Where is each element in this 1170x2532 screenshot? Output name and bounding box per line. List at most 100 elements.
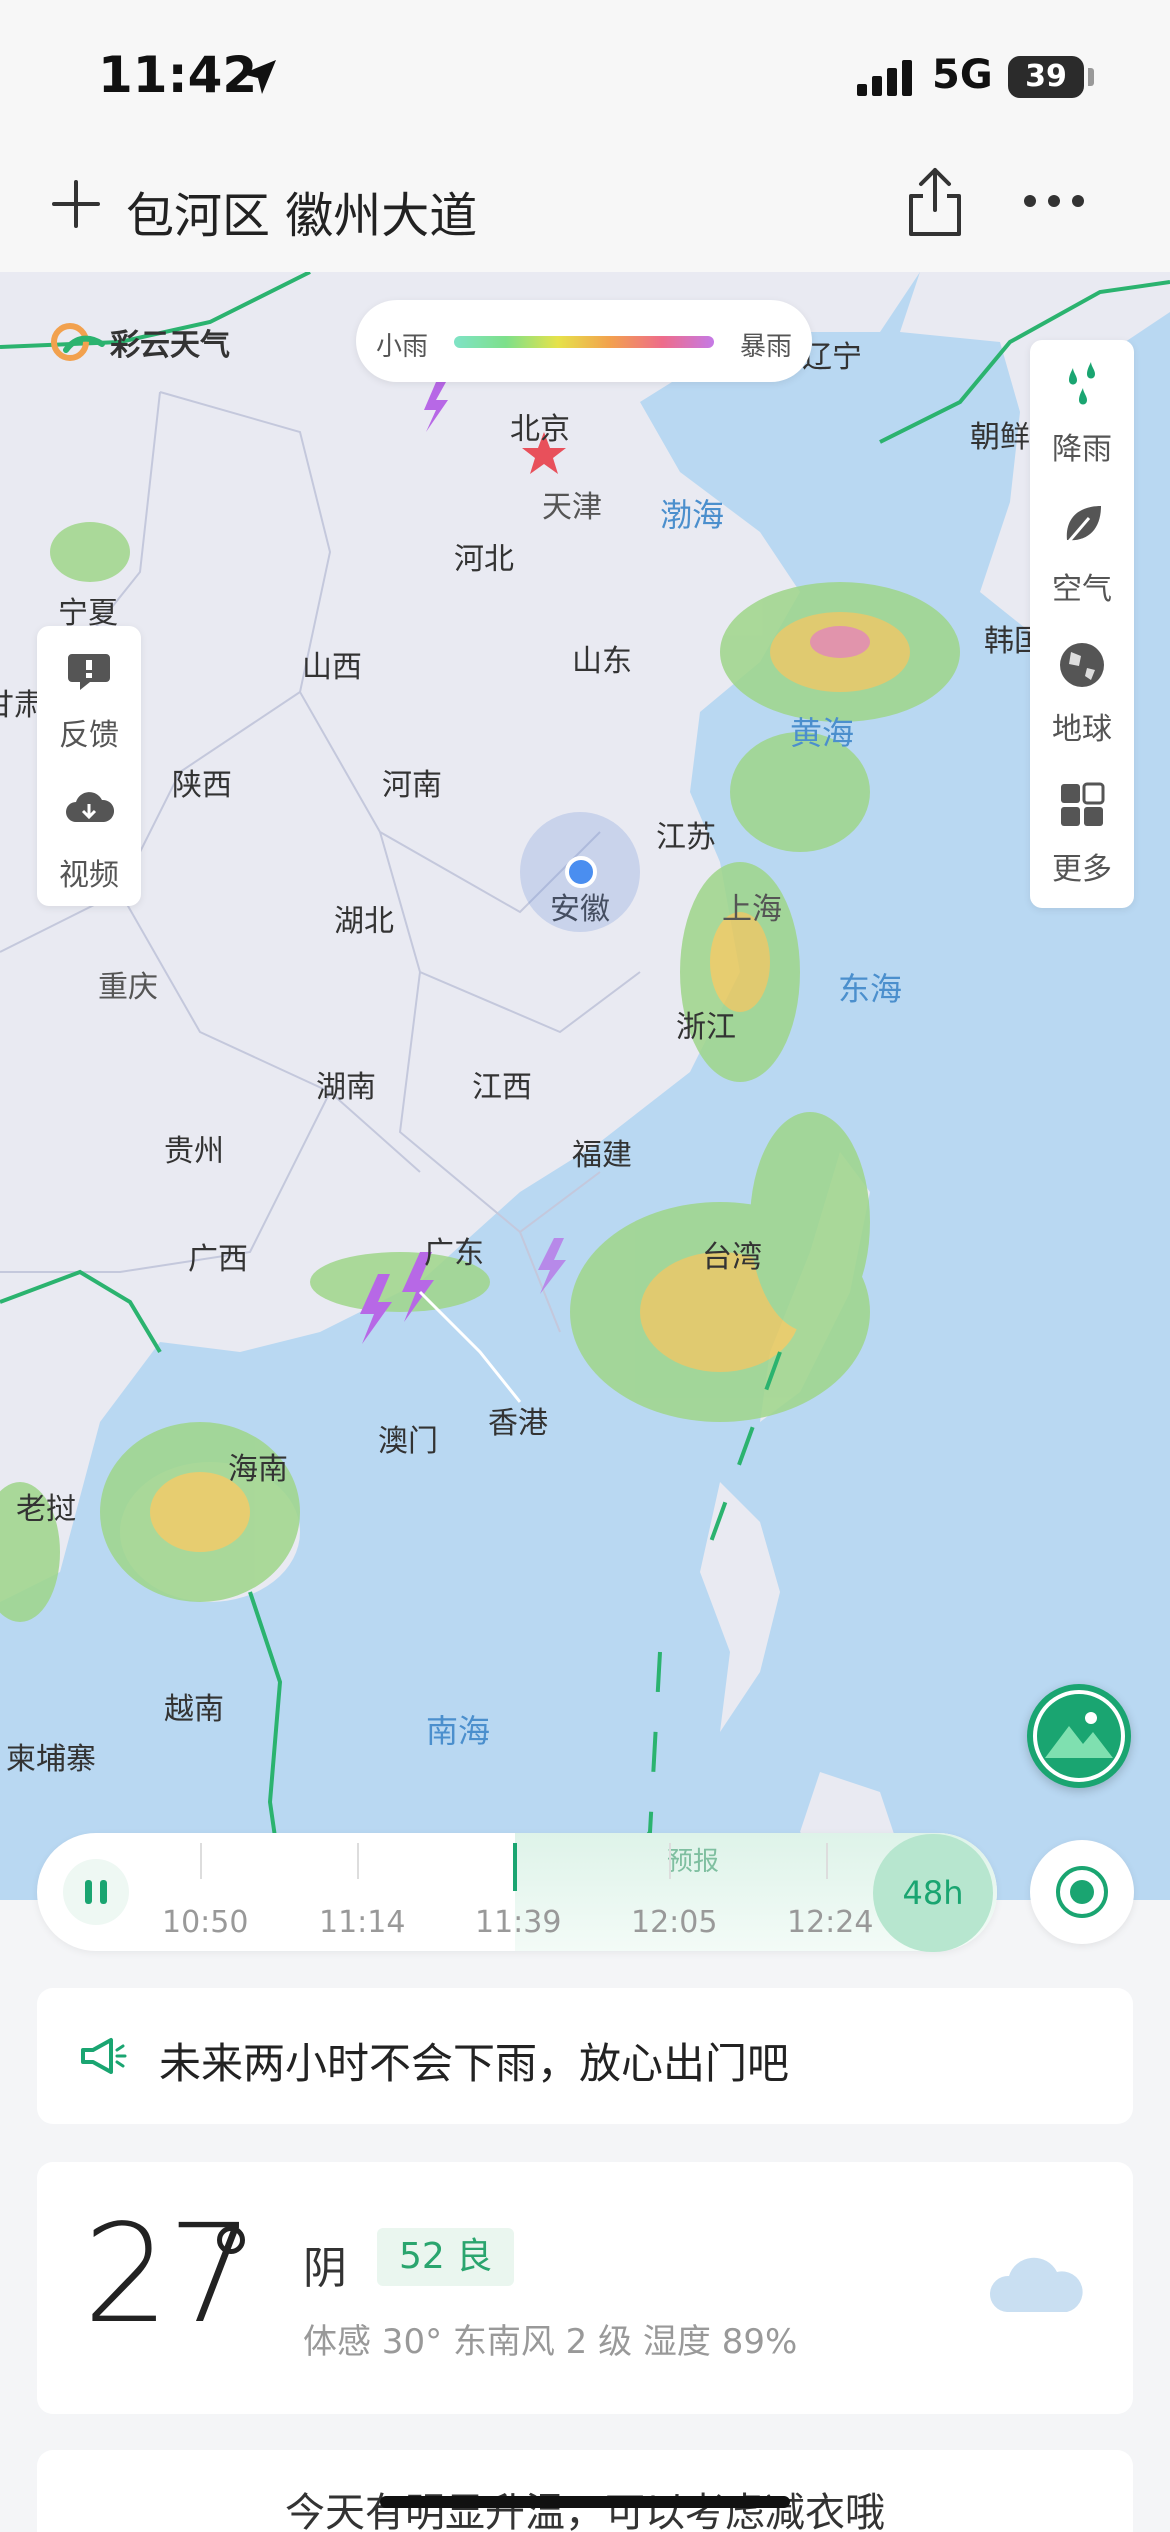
range-48h-button[interactable]: 48h — [873, 1834, 993, 1952]
time-label: 11:14 — [319, 1905, 406, 1940]
tick-4 — [669, 1843, 671, 1879]
map-label-hubei: 湖北 — [334, 904, 394, 939]
add-location-button[interactable] — [50, 178, 102, 230]
radar-timeline[interactable]: 预报 10:50 11:14 11:39 12:05 12:24 — [37, 1833, 997, 1951]
home-indicator — [380, 2496, 790, 2508]
tip-card[interactable]: 今天有明显升温，可以考虑减衣哦 — [37, 2450, 1133, 2532]
feedback-label: 反馈 — [59, 718, 119, 753]
signal-icon — [857, 60, 912, 96]
radar-map[interactable]: 北京 天津 河北 山西 山东 宁夏 甘肃 陕西 河南 江苏 安徽 湖北 上海 重… — [0, 272, 1170, 1900]
legend-min-label: 小雨 — [376, 332, 429, 362]
map-label-chongqing: 重庆 — [98, 970, 158, 1005]
condition: 阴 — [303, 2243, 347, 2294]
more-layers-button[interactable]: 更多 — [1030, 768, 1134, 898]
notice-text: 未来两小时不会下雨，放心出门吧 — [159, 2039, 790, 2088]
network-type: 5G — [932, 52, 993, 98]
time-label: 12:24 — [787, 1905, 874, 1940]
battery-tip — [1088, 68, 1094, 86]
map-label-macau: 澳门 — [378, 1424, 438, 1459]
map-label-vietnam: 越南 — [164, 1692, 224, 1727]
rain-layer-button[interactable]: 降雨 — [1030, 348, 1134, 478]
map-label-zhejiang: 浙江 — [676, 1010, 736, 1045]
map-label-hebei: 河北 — [454, 542, 514, 577]
pause-button[interactable] — [63, 1859, 129, 1925]
map-label-shandong: 山东 — [572, 644, 632, 679]
pause-icon-bar-left — [85, 1880, 92, 1904]
right-tool-panel: 降雨 空气 地球 更多 — [1030, 340, 1134, 908]
legend-max-label: 暴雨 — [739, 332, 792, 362]
map-label-hainan: 海南 — [228, 1452, 288, 1487]
caiyun-logo-icon — [51, 323, 105, 361]
globe-layer-button[interactable]: 地球 — [1030, 628, 1134, 758]
battery-indicator: 39 — [1008, 56, 1084, 98]
tick-5 — [826, 1843, 828, 1879]
map-label-shanxi: 山西 — [302, 650, 362, 685]
map-label-shaanxi: 陕西 — [172, 768, 232, 803]
map-label-jiangsu: 江苏 — [656, 820, 716, 855]
brand-logo: 彩云天气 — [46, 318, 230, 366]
map-label-cambodia: 柬埔寨 — [6, 1742, 96, 1777]
time-label: 10:50 — [162, 1905, 249, 1940]
cloud-icon — [989, 2257, 1083, 2312]
tick-2 — [357, 1843, 359, 1879]
current-weather-card[interactable]: 27 阴 52 良 体感 30° 东南风 2 级 湿度 89% — [37, 2162, 1133, 2414]
pause-icon-bar-right — [100, 1880, 107, 1904]
map-label-south-sea: 南海 — [426, 1712, 491, 1750]
current-time-marker[interactable] — [513, 1843, 517, 1891]
locate-button[interactable] — [1030, 1840, 1134, 1944]
more-button[interactable] — [1022, 190, 1086, 212]
globe-icon — [1060, 643, 1104, 687]
weather-details: 体感 30° 东南风 2 级 湿度 89% — [303, 2322, 798, 2362]
tick-1 — [200, 1843, 202, 1879]
location-arrow-icon — [242, 60, 276, 94]
left-tool-panel: 反馈 视频 — [37, 626, 141, 906]
map-label-guizhou: 贵州 — [164, 1134, 224, 1169]
rain-legend: 小雨 暴雨 — [356, 300, 812, 382]
scenery-button[interactable] — [1027, 1684, 1131, 1788]
map-label-henan: 河南 — [382, 768, 442, 803]
map-label-laos: 老挝 — [16, 1492, 76, 1527]
target-icon — [1056, 1866, 1108, 1918]
map-label-beijing: 北京 — [510, 412, 570, 447]
air-layer-button[interactable]: 空气 — [1030, 488, 1134, 618]
map-label-east-sea: 东海 — [838, 970, 903, 1008]
map-label-taiwan: 台湾 — [702, 1240, 762, 1275]
feedback-icon — [68, 654, 110, 690]
leaf-icon — [1063, 506, 1101, 547]
megaphone-icon — [81, 2038, 127, 2074]
legend-gradient — [454, 336, 714, 348]
rain-label: 降雨 — [1052, 432, 1112, 467]
time-label: 11:39 — [475, 1905, 562, 1940]
map-label-tianjin: 天津 — [542, 490, 602, 525]
map-label-hunan: 湖南 — [316, 1070, 376, 1105]
video-button[interactable]: 视频 — [37, 774, 141, 904]
map-label-bohai: 渤海 — [660, 496, 725, 534]
video-icon — [66, 792, 114, 822]
map-label-jiangxi: 江西 — [472, 1070, 532, 1105]
rain-notice-card[interactable]: 未来两小时不会下雨，放心出门吧 — [37, 1988, 1133, 2124]
mountain-icon — [1033, 1690, 1125, 1782]
aqi-badge[interactable]: 52 良 — [377, 2228, 515, 2286]
map-label-fujian: 福建 — [572, 1138, 632, 1173]
map-label-guangdong: 广东 — [424, 1236, 484, 1271]
more-label: 更多 — [1052, 852, 1112, 887]
map-label-north-korea: 朝鲜 — [970, 420, 1030, 455]
share-button[interactable] — [905, 166, 965, 238]
map-label-shanghai: 上海 — [722, 892, 782, 927]
brand-name: 彩云天气 — [110, 328, 230, 363]
map-label-guangxi: 广西 — [188, 1242, 248, 1277]
time-label: 12:05 — [631, 1905, 718, 1940]
map-label-hongkong: 香港 — [488, 1406, 548, 1441]
video-label: 视频 — [59, 858, 119, 893]
globe-label: 地球 — [1052, 712, 1112, 747]
grid-icon — [1061, 782, 1105, 826]
temperature: 27 — [83, 2196, 254, 2354]
feedback-button[interactable]: 反馈 — [37, 634, 141, 764]
degree-symbol — [217, 2226, 245, 2254]
map-label-yellow-sea: 黄海 — [790, 714, 855, 752]
location-title[interactable]: 包河区 徽州大道 — [126, 176, 477, 246]
forecast-label: 预报 — [667, 1847, 720, 1877]
current-location-dot[interactable] — [565, 856, 597, 888]
rain-icon — [1069, 362, 1095, 405]
air-label: 空气 — [1052, 572, 1112, 607]
